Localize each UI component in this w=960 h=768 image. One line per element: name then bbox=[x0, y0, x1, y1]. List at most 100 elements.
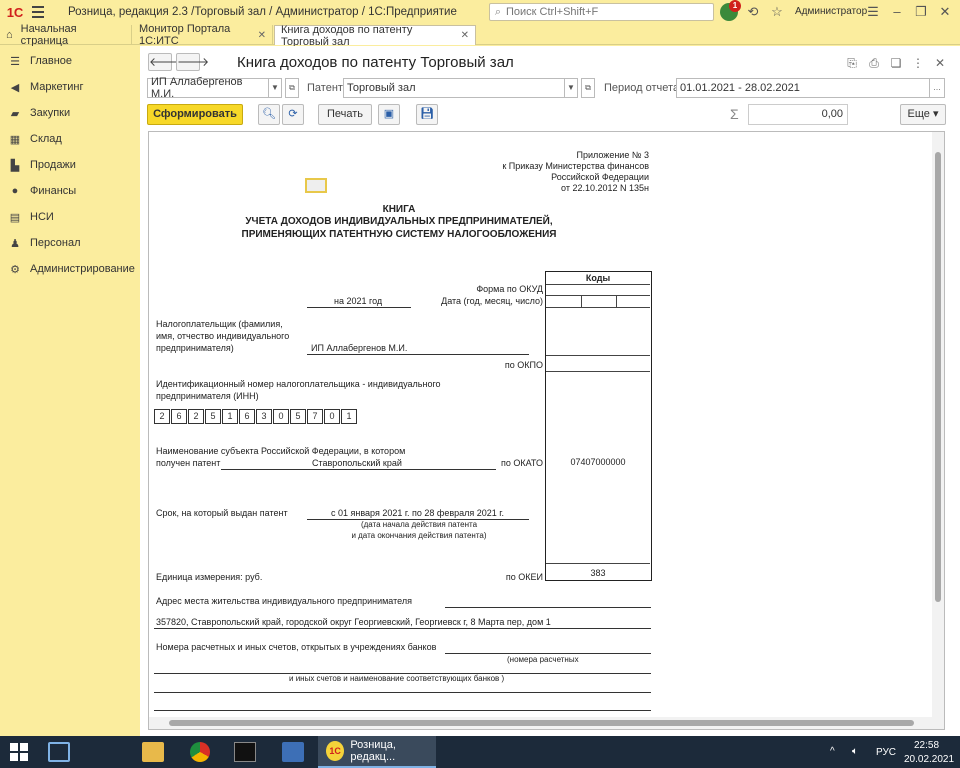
close-tab-icon[interactable]: ✕ bbox=[461, 30, 469, 41]
accounts-label: Номера расчетных и иных счетов, открытых… bbox=[156, 642, 437, 652]
history-icon[interactable]: ⟲ bbox=[744, 3, 762, 21]
open-windows-tabs: ⌂ Начальная страница Монитор Портала 1С:… bbox=[0, 23, 960, 48]
close-tab-icon[interactable]: ✕ bbox=[258, 30, 266, 41]
chrome-icon[interactable] bbox=[190, 742, 210, 762]
main-menu-icon[interactable] bbox=[30, 0, 50, 24]
chevron-down-icon[interactable]: ▼ bbox=[268, 78, 282, 98]
okei-code: 383 bbox=[590, 568, 606, 578]
taskbar-app-label: Розница, редакц... bbox=[350, 739, 396, 763]
person-icon: ♟ bbox=[10, 237, 20, 250]
title-bar: 1С Розница, редакция 2.3 /Торговый зал /… bbox=[0, 0, 960, 24]
horizontal-scrollbar[interactable] bbox=[149, 717, 944, 729]
sidebar-item-label: Главное bbox=[30, 55, 73, 67]
taxpayer-label: имя, отчество индивидуального bbox=[156, 331, 290, 341]
sidebar-item-personnel[interactable]: ♟ Персонал bbox=[0, 230, 140, 256]
more-button[interactable]: Еще ▾ bbox=[900, 104, 946, 125]
minimize-window-icon[interactable]: – bbox=[888, 3, 906, 21]
computer-icon[interactable] bbox=[48, 742, 70, 762]
sections-panel: ☰ Главное ◀ Маркетинг ▰ Закупки ▦ Склад … bbox=[0, 46, 140, 736]
more-label: Еще bbox=[907, 108, 930, 120]
tab-its-portal-monitor[interactable]: Монитор Портала 1С:ИТС ✕ bbox=[133, 23, 273, 47]
notifications-icon[interactable]: 1 bbox=[720, 0, 741, 21]
back-button[interactable]: 🡐 bbox=[148, 53, 181, 71]
inn-digit: 6 bbox=[171, 409, 187, 424]
sidebar-item-label: НСИ bbox=[30, 211, 54, 223]
speaker-icon[interactable]: 🔈︎ bbox=[852, 746, 858, 757]
terminal-icon[interactable] bbox=[234, 742, 256, 762]
scroll-thumb[interactable] bbox=[169, 720, 914, 726]
book-title: КНИГА bbox=[382, 204, 416, 215]
organization-value: ИП Аллабергенов М.И. bbox=[151, 76, 243, 100]
warehouse-icon: ▦ bbox=[9, 133, 21, 146]
okud-label: Форма по ОКУД bbox=[476, 284, 543, 294]
close-window-icon[interactable]: ✕ bbox=[936, 3, 954, 21]
find-icon[interactable]: 🔍︎ bbox=[258, 104, 280, 125]
folder-icon[interactable] bbox=[142, 742, 164, 762]
term-hint: и дата окончания действия патента) bbox=[351, 531, 487, 540]
restore-window-icon[interactable]: ❐ bbox=[912, 3, 930, 21]
selected-cell[interactable] bbox=[305, 178, 327, 193]
vertical-scrollbar[interactable] bbox=[932, 132, 944, 717]
find-next-icon[interactable]: ⟳ bbox=[282, 104, 304, 125]
forward-button[interactable]: 🡒 bbox=[176, 53, 209, 71]
unit-label: Единица измерения: руб. bbox=[156, 572, 263, 582]
preview-icon[interactable]: ▣ bbox=[378, 104, 400, 125]
sidebar-item-label: Продажи bbox=[30, 159, 76, 171]
sidebar-item-sales[interactable]: ▙ Продажи bbox=[0, 152, 140, 178]
inn-digit: 5 bbox=[290, 409, 306, 424]
inn-digit: 5 bbox=[205, 409, 221, 424]
accounts-hint: (номера расчетных bbox=[507, 655, 579, 664]
app-logo: 1С bbox=[6, 4, 24, 20]
clock-time[interactable]: 22:58 bbox=[914, 740, 939, 751]
print-button[interactable]: Печать bbox=[318, 104, 372, 125]
taxpayer-value: ИП Аллабергенов М.И. bbox=[311, 343, 408, 353]
open-link-icon[interactable]: ⧉ bbox=[581, 78, 595, 98]
inn-label: предпринимателя (ИНН) bbox=[156, 391, 259, 401]
patent-field[interactable]: Торговый зал bbox=[343, 78, 565, 98]
close-form-icon[interactable]: ✕ bbox=[932, 55, 948, 71]
taskbar-active-app[interactable]: 1С Розница, редакц... bbox=[318, 736, 436, 768]
print-icon[interactable]: ⎙ bbox=[866, 55, 882, 71]
sidebar-item-finance[interactable]: ● Финансы bbox=[0, 178, 140, 204]
organization-field[interactable]: ИП Аллабергенов М.И. bbox=[147, 76, 269, 100]
sidebar-item-marketing[interactable]: ◀ Маркетинг bbox=[0, 74, 140, 100]
link-icon[interactable]: ⎘ bbox=[844, 55, 860, 71]
language-indicator[interactable]: РУС bbox=[876, 747, 896, 758]
appendix-line: Российской Федерации bbox=[551, 172, 649, 182]
tab-home[interactable]: ⌂ Начальная страница bbox=[0, 23, 132, 47]
address-label: Адрес места жительства индивидуального п… bbox=[156, 596, 412, 606]
sidebar-item-purchases[interactable]: ▰ Закупки bbox=[0, 100, 140, 126]
clock-date[interactable]: 20.02.2021 bbox=[904, 754, 954, 765]
appendix-line: от 22.10.2012 N 135н bbox=[561, 183, 649, 193]
settings-menu-icon[interactable]: ☰ bbox=[864, 3, 882, 21]
tab-patent-income-book[interactable]: Книга доходов по патенту Торговый зал ✕ bbox=[274, 24, 476, 48]
sidebar-item-nsi[interactable]: ▤ НСИ bbox=[0, 204, 140, 230]
search-icon: ⌕ bbox=[494, 5, 502, 18]
sidebar-item-label: Администрирование bbox=[30, 263, 135, 275]
open-link-icon[interactable]: ⧉ bbox=[285, 78, 299, 98]
choose-period-button[interactable]: … bbox=[929, 78, 945, 98]
save-icon[interactable]: 💾︎ bbox=[416, 104, 438, 125]
sidebar-item-main[interactable]: ☰ Главное bbox=[0, 48, 140, 74]
tray-chevron-icon[interactable]: ^ bbox=[830, 746, 835, 757]
windows-start-icon[interactable] bbox=[10, 743, 28, 761]
term-value: с 01 января 2021 г. по 28 февраля 2021 г… bbox=[331, 508, 504, 518]
scroll-thumb[interactable] bbox=[935, 152, 941, 602]
copy-icon[interactable]: ❏ bbox=[888, 55, 904, 71]
separator bbox=[95, 742, 117, 762]
sidebar-item-administration[interactable]: ⚙ Администрирование bbox=[0, 256, 140, 282]
page-title: Книга доходов по патенту Торговый зал bbox=[237, 54, 514, 71]
chevron-down-icon[interactable]: ▼ bbox=[564, 78, 578, 98]
period-field[interactable]: 01.01.2021 - 28.02.2021 bbox=[676, 78, 930, 98]
report-sheet[interactable]: Приложение № 3 к Приказу Министерства фи… bbox=[148, 131, 945, 730]
sidebar-item-warehouse[interactable]: ▦ Склад bbox=[0, 126, 140, 152]
app-icon[interactable] bbox=[282, 742, 304, 762]
favorites-star-icon[interactable]: ☆ bbox=[768, 3, 786, 21]
more-vertical-icon[interactable]: ⋮ bbox=[910, 55, 926, 71]
generate-button[interactable]: Сформировать bbox=[147, 104, 243, 125]
global-search[interactable]: ⌕ bbox=[489, 3, 714, 21]
period-label: Период отчета: bbox=[604, 82, 683, 94]
current-user[interactable]: Администратор bbox=[795, 6, 867, 17]
search-input[interactable] bbox=[506, 6, 706, 18]
window-title: Розница, редакция 2.3 /Торговый зал / Ад… bbox=[68, 6, 457, 18]
